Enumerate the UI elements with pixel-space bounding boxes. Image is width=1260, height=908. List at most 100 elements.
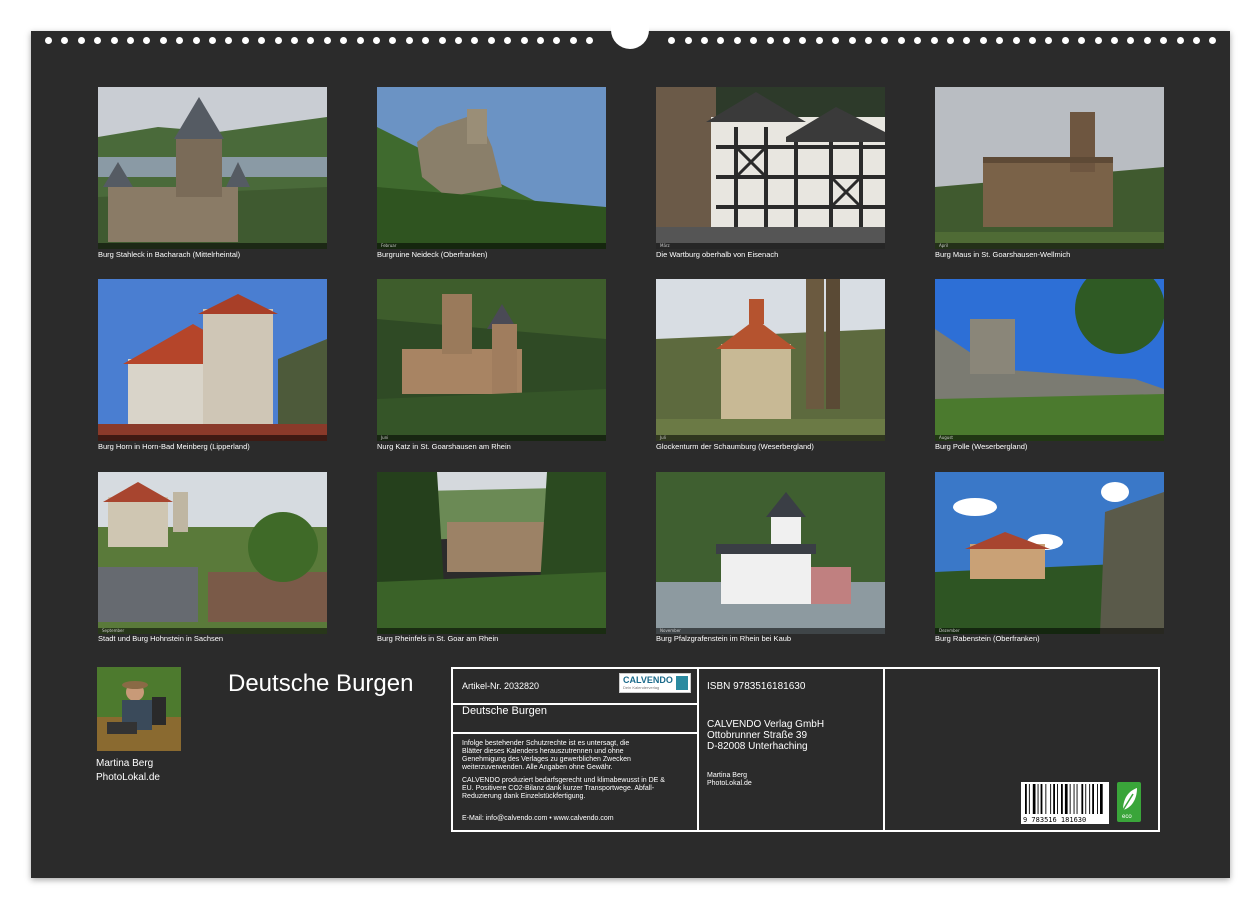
photo-caption: Burg Pfalzgrafenstein im Rhein bei Kaub: [656, 634, 792, 643]
binding-hole: [1111, 37, 1118, 44]
binding-hole: [1094, 37, 1102, 44]
author-photo: [97, 667, 181, 751]
barcode: 9 783516 181630: [1021, 782, 1109, 824]
binding-hole: [258, 37, 266, 44]
binding-hole: [1045, 37, 1053, 44]
photo-caption: Burg Stahleck in Bacharach (Mittelrheint…: [98, 250, 241, 259]
binding-hole: [45, 37, 52, 44]
article-number: Artikel-Nr. 2032820: [462, 681, 540, 691]
binding-hole: [783, 37, 790, 44]
binding-hole: [537, 37, 544, 44]
photo-caption: Burg Horn in Horn-Bad Meinberg (Lipperla…: [98, 442, 250, 451]
photo-caption: Burg Rabenstein (Oberfranken): [935, 634, 1040, 643]
binding-hole: [209, 37, 216, 44]
binding-hole: [520, 37, 528, 44]
photo-credit: Martina Berg PhotoLokal.de: [707, 772, 752, 787]
binding-hole: [389, 37, 397, 44]
legal-notice: Infolge bestehender Schutzrechte ist es …: [462, 740, 631, 771]
publisher-address: CALVENDO Verlag GmbH Ottobrunner Straße …: [707, 719, 825, 752]
binding-hole: [323, 37, 331, 44]
photo-burg-rheinfels: [377, 472, 606, 634]
binding-hole: [963, 37, 971, 44]
photo-burg-hohnstein: September: [98, 472, 327, 634]
binding-hole: [422, 37, 430, 44]
binding-hole: [799, 37, 807, 44]
binding-hole: [455, 37, 462, 44]
binding-hole: [553, 37, 561, 44]
isbn: ISBN 9783516181630: [707, 681, 806, 692]
binding-hole: [668, 37, 676, 44]
photo-burg-stahleck: [98, 87, 327, 249]
photo-caption: Stadt und Burg Hohnstein in Sachsen: [98, 634, 224, 643]
binding-hole: [930, 37, 938, 44]
binding-hole: [504, 37, 512, 44]
binding-hole: [241, 37, 249, 44]
binding-hole: [881, 37, 889, 44]
photo-caption: Burgruine Neideck (Oberfranken): [377, 250, 488, 259]
binding-hole: [61, 37, 69, 44]
publisher-info-box: Artikel-Nr. 2032820 CALVENDO Dein Kalend…: [451, 667, 1160, 832]
binding-hole: [274, 37, 282, 44]
photo-burgruine-neideck: Februar: [377, 87, 606, 249]
binding-hole: [143, 37, 151, 44]
eco-badge: eco: [1117, 782, 1141, 822]
photo-burg-horn: [98, 279, 327, 441]
photo-caption: Glockenturm der Schaumburg (Weserberglan…: [656, 442, 814, 451]
binding-hole: [127, 37, 134, 44]
binding-hole: [225, 37, 233, 44]
binding-hole: [1143, 37, 1151, 44]
binding-hole: [865, 37, 872, 44]
photo-caption: Nurg Katz in St. Goarshausen am Rhein: [377, 442, 511, 451]
binding-hole: [996, 37, 1004, 44]
eco-notice: CALVENDO produziert bedarfsgerecht und k…: [462, 777, 665, 800]
photo-caption: Burg Maus in St. Goarshausen-Wellmich: [935, 250, 1071, 259]
binding-hole: [1176, 37, 1184, 44]
binding-hole: [77, 37, 85, 44]
binding-hole: [717, 37, 725, 44]
binding-hole: [405, 37, 413, 44]
binding-hole: [1127, 37, 1135, 44]
binding-hole: [1160, 37, 1168, 44]
binding-hole: [291, 37, 298, 44]
photo-burg-maus: April: [935, 87, 1164, 249]
binding-hole: [1078, 37, 1086, 44]
binding-hole: [1209, 37, 1217, 44]
binding-hole: [832, 37, 840, 44]
binding-hole: [897, 37, 905, 44]
binding-hole: [750, 37, 758, 44]
photo-burg-polle: August: [935, 279, 1164, 441]
binding-hole: [110, 37, 118, 44]
binding-hole: [684, 37, 692, 44]
binding-hole: [979, 37, 987, 44]
binding-hole: [356, 37, 364, 44]
binding-hole: [733, 37, 741, 44]
binding-hole: [766, 37, 774, 44]
binding-hole: [159, 37, 167, 44]
photo-caption: Burg Polle (Weserbergland): [935, 442, 1028, 451]
binding-hole: [586, 37, 594, 44]
binding-hole: [947, 37, 954, 44]
binding-hole: [1061, 37, 1069, 44]
binding-hole: [438, 37, 446, 44]
binding-hole: [569, 37, 577, 44]
calendar-title: Deutsche Burgen: [228, 670, 414, 697]
photo-burg-rabenstein: Dezember: [935, 472, 1164, 634]
binding-hole: [1193, 37, 1200, 44]
author-name: Martina Berg: [96, 758, 154, 769]
binding-hole: [176, 37, 184, 44]
calvendo-logo: CALVENDO Dein Kalenderverlag: [619, 673, 691, 693]
photo-wartburg: März: [656, 87, 885, 249]
binding-hole: [1029, 37, 1036, 44]
binding-hole: [373, 37, 380, 44]
photo-burg-pfalzgrafenstein: November: [656, 472, 885, 634]
binding-hole: [848, 37, 856, 44]
binding-hole: [1012, 37, 1020, 44]
contact-line: E-Mail: info@calvendo.com • www.calvendo…: [462, 815, 614, 822]
binding-hole: [487, 37, 495, 44]
binding-hole: [701, 37, 708, 44]
binding-hole: [340, 37, 348, 44]
photo-caption: Burg Rheinfels in St. Goar am Rhein: [377, 634, 499, 643]
binding-hole: [815, 37, 823, 44]
photo-caption: Die Wartburg oberhalb von Eisenach: [656, 250, 779, 259]
photo-schaumburg: Juli: [656, 279, 885, 441]
